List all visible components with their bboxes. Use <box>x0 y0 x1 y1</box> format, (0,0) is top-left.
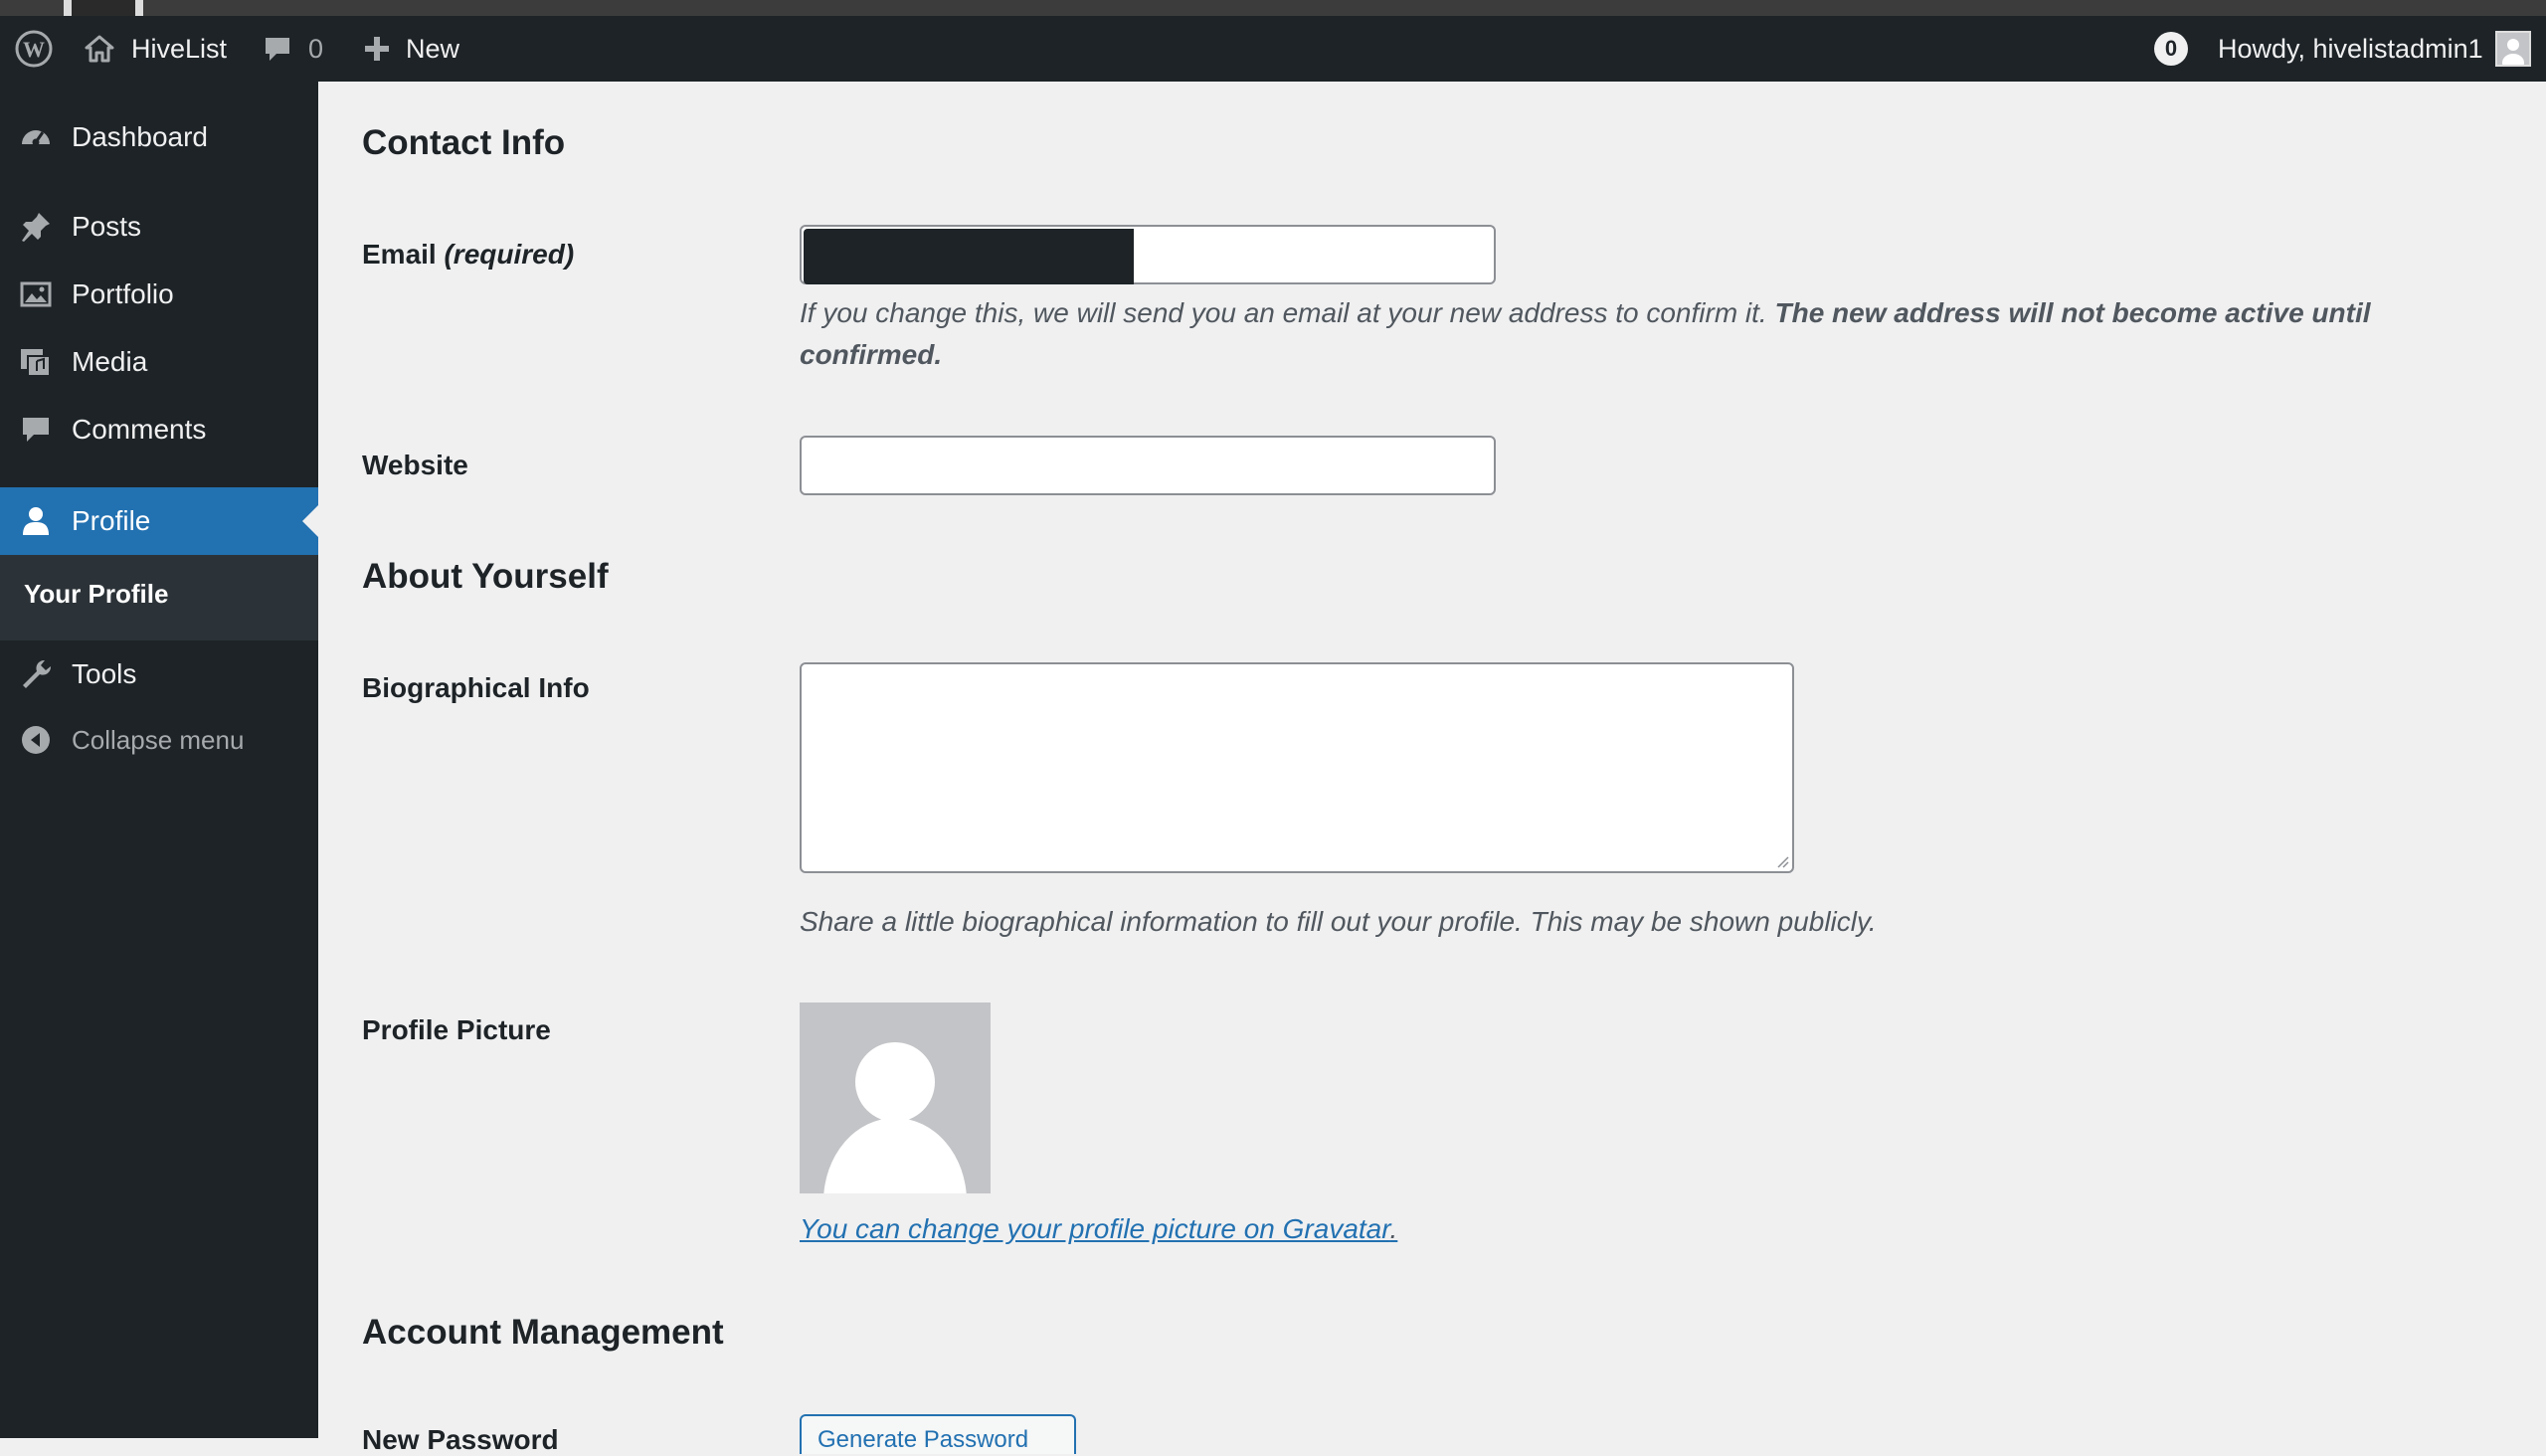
pin-icon <box>18 209 54 245</box>
email-field[interactable] <box>800 225 1496 284</box>
comment-icon <box>266 38 289 61</box>
email-required-note: (required) <box>444 239 575 270</box>
bio-label: Biographical Info <box>362 672 590 703</box>
comments-link[interactable]: 0 <box>263 16 323 82</box>
website-label: Website <box>362 450 468 480</box>
sidebar-item-label: Media <box>72 346 148 377</box>
gravatar-link[interactable]: You can change your profile picture on G… <box>800 1213 1397 1245</box>
profile-picture <box>800 1002 991 1193</box>
dashboard-icon <box>18 119 54 155</box>
browser-tab-segment <box>0 0 64 16</box>
notifications-badge: 0 <box>2154 32 2188 66</box>
account-management-heading: Account Management <box>362 1313 724 1352</box>
about-yourself-heading: About Yourself <box>362 557 609 596</box>
sidebar-item-label: Portfolio <box>72 278 174 309</box>
avatar <box>2494 31 2531 67</box>
sidebar-item-portfolio[interactable]: Portfolio <box>0 261 318 328</box>
gravatar-link-text[interactable]: You can change your profile picture on G… <box>800 1213 1390 1244</box>
email-desc-text: If you change this, we will send you an … <box>800 297 1767 328</box>
browser-tab-segment <box>72 0 135 16</box>
user-silhouette-icon <box>2501 39 2524 65</box>
plus-icon <box>365 37 389 61</box>
email-description: If you change this, we will send you an … <box>800 292 2431 376</box>
wordpress-logo-button[interactable]: W <box>14 16 54 82</box>
email-label: Email (required) <box>362 239 574 271</box>
bio-description: Share a little biographical information … <box>800 906 1877 937</box>
new-content-button[interactable]: New <box>362 16 459 82</box>
admin-bar: W HiveList 0 New 0 Howdy, hivelistadmin1 <box>0 16 2546 82</box>
my-account-menu[interactable]: Howdy, hivelistadmin1 <box>2218 16 2531 82</box>
gravatar-link-suffix: . <box>1389 1213 1398 1244</box>
comment-icon <box>18 412 54 448</box>
sidebar-item-tools[interactable]: Tools <box>0 640 318 708</box>
profile-picture-label: Profile Picture <box>362 1014 551 1045</box>
profile-content: Contact Info Email (required) If you cha… <box>318 82 2546 1455</box>
user-silhouette-icon <box>823 1042 967 1193</box>
browser-top-strip <box>0 0 2546 16</box>
redacted-email-value <box>804 229 1134 284</box>
admin-sidebar: Dashboard Posts Portfolio Media Comments… <box>0 82 318 1438</box>
image-icon <box>18 276 54 312</box>
sidebar-item-posts[interactable]: Posts <box>0 193 318 261</box>
sidebar-item-label: Collapse menu <box>72 724 245 755</box>
collapse-icon <box>18 722 54 758</box>
media-icon <box>18 344 54 380</box>
bio-textarea[interactable] <box>800 662 1794 873</box>
howdy-text: Howdy, hivelistadmin1 <box>2218 33 2483 64</box>
sidebar-item-media[interactable]: Media <box>0 328 318 396</box>
sidebar-item-dashboard[interactable]: Dashboard <box>0 103 318 171</box>
wrench-icon <box>18 656 54 692</box>
contact-info-heading: Contact Info <box>362 123 566 162</box>
wordpress-icon: W <box>15 30 53 68</box>
sidebar-item-comments[interactable]: Comments <box>0 396 318 463</box>
svg-text:W: W <box>23 37 45 62</box>
notifications-button[interactable]: 0 <box>2154 16 2188 82</box>
new-label: New <box>406 33 460 64</box>
sidebar-item-label: Tools <box>72 658 137 689</box>
home-icon <box>85 35 114 63</box>
generate-password-button[interactable]: Generate Password <box>800 1414 1076 1454</box>
sidebar-item-label: Profile <box>72 505 151 536</box>
user-icon <box>18 503 54 539</box>
submenu-item-your-profile[interactable]: Your Profile <box>24 579 168 610</box>
sidebar-item-label: Dashboard <box>72 121 208 152</box>
resize-grip-icon[interactable] <box>1775 854 1789 868</box>
collapse-menu-button[interactable]: Collapse menu <box>0 706 318 774</box>
site-name-link[interactable]: HiveList <box>84 16 227 82</box>
site-name: HiveList <box>131 33 228 64</box>
website-field[interactable] <box>800 436 1496 495</box>
profile-submenu: Your Profile <box>0 555 318 640</box>
new-password-label: New Password <box>362 1424 559 1455</box>
sidebar-item-profile[interactable]: Profile <box>0 487 318 555</box>
comments-count: 0 <box>308 33 324 64</box>
sidebar-item-label: Comments <box>72 414 207 445</box>
sidebar-item-label: Posts <box>72 211 142 242</box>
email-label-text: Email <box>362 239 437 270</box>
browser-tab-segment <box>143 0 2546 16</box>
